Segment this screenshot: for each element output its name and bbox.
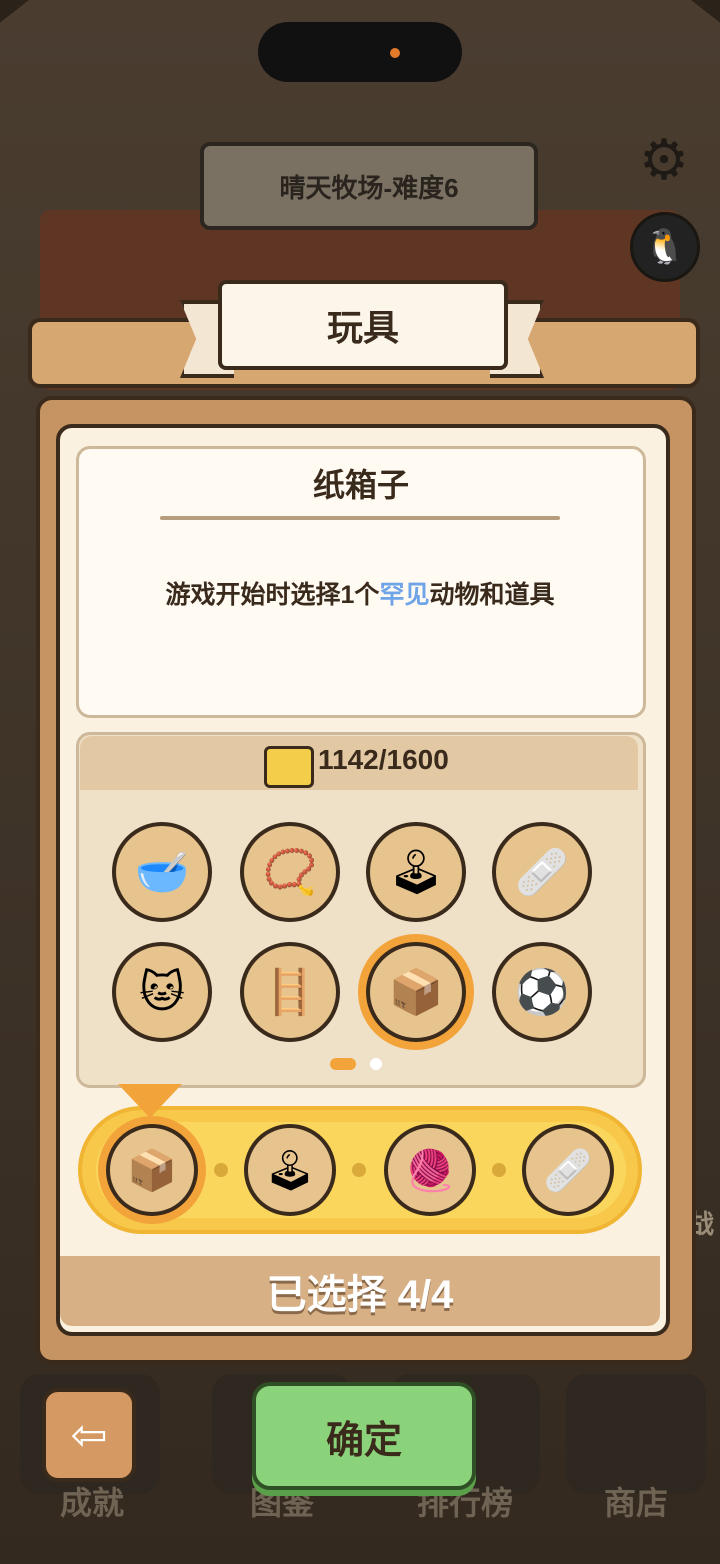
slot-separator — [352, 1163, 366, 1177]
joystick-icon: 🕹 — [388, 848, 444, 897]
back-button[interactable]: ⇦ — [42, 1388, 136, 1482]
nav-shop[interactable] — [566, 1374, 706, 1494]
slot-separator — [214, 1163, 228, 1177]
cat-doll-icon: 🐱 — [139, 967, 185, 1017]
cat-bowl-icon: 🥣 — [134, 848, 190, 897]
divider — [160, 516, 560, 520]
toy-item-collar-icon[interactable]: 📿 — [240, 822, 340, 922]
cat-tree-icon: 🪜 — [262, 968, 318, 1017]
panel-title: 玩具 — [218, 280, 508, 370]
rarity-highlight: 罕见 — [379, 581, 430, 609]
toy-count: 1142/1600 — [318, 744, 449, 775]
selected-slot-medkit-icon[interactable]: 🩹 — [522, 1124, 614, 1216]
coin-box-icon — [264, 746, 314, 788]
cardboard-box-icon: 📦 — [127, 1148, 177, 1193]
selected-slot-cardboard-box-icon[interactable]: 📦 — [106, 1124, 198, 1216]
medkit-icon: 🩹 — [543, 1148, 593, 1193]
slot-separator — [492, 1163, 506, 1177]
toy-item-joystick-icon[interactable]: 🕹 — [366, 822, 466, 922]
desc-part-2: 动物和道具 — [429, 581, 555, 609]
desc-part-1: 游戏开始时选择1个 — [165, 581, 380, 609]
item-description: 游戏开始时选择1个罕见动物和道具 — [160, 574, 560, 616]
nav-achievements-label: 成就 — [59, 1485, 124, 1521]
avatar[interactable]: 🐧 — [630, 212, 700, 282]
yarn-ring-icon: 🧶 — [405, 1148, 455, 1193]
selected-count: 已选择 4/4 — [60, 1256, 660, 1326]
camera-dot — [390, 48, 400, 58]
selected-slot-joystick-icon[interactable]: 🕹 — [244, 1124, 336, 1216]
toy-item-cat-tree-icon[interactable]: 🪜 — [240, 942, 340, 1042]
joystick-icon: 🕹 — [264, 1148, 316, 1193]
balls-icon: ⚽ — [514, 968, 570, 1017]
slot-pointer-icon — [118, 1084, 182, 1118]
page-dot[interactable] — [370, 1058, 382, 1070]
camera-notch — [258, 22, 462, 82]
selected-slot-yarn-ring-icon[interactable]: 🧶 — [384, 1124, 476, 1216]
toy-item-cat-bowl-icon[interactable]: 🥣 — [112, 822, 212, 922]
toy-item-medkit-icon[interactable]: 🩹 — [492, 822, 592, 922]
collar-icon: 📿 — [262, 848, 318, 897]
confirm-button[interactable]: 确定 — [252, 1382, 476, 1490]
toy-item-balls-icon[interactable]: ⚽ — [492, 942, 592, 1042]
level-sign: 晴天牧场-难度6 — [200, 142, 538, 230]
gear-icon[interactable]: ⚙ — [632, 128, 696, 192]
page-dot-active[interactable] — [330, 1058, 356, 1070]
toy-item-cat-doll-icon[interactable]: 🐱 — [112, 942, 212, 1042]
item-name: 纸箱子 — [312, 467, 409, 503]
cardboard-box-icon: 📦 — [388, 968, 444, 1017]
nav-shop-label: 商店 — [603, 1485, 668, 1521]
medkit-icon: 🩹 — [514, 848, 570, 897]
toy-item-cardboard-box-icon[interactable]: 📦 — [366, 942, 466, 1042]
